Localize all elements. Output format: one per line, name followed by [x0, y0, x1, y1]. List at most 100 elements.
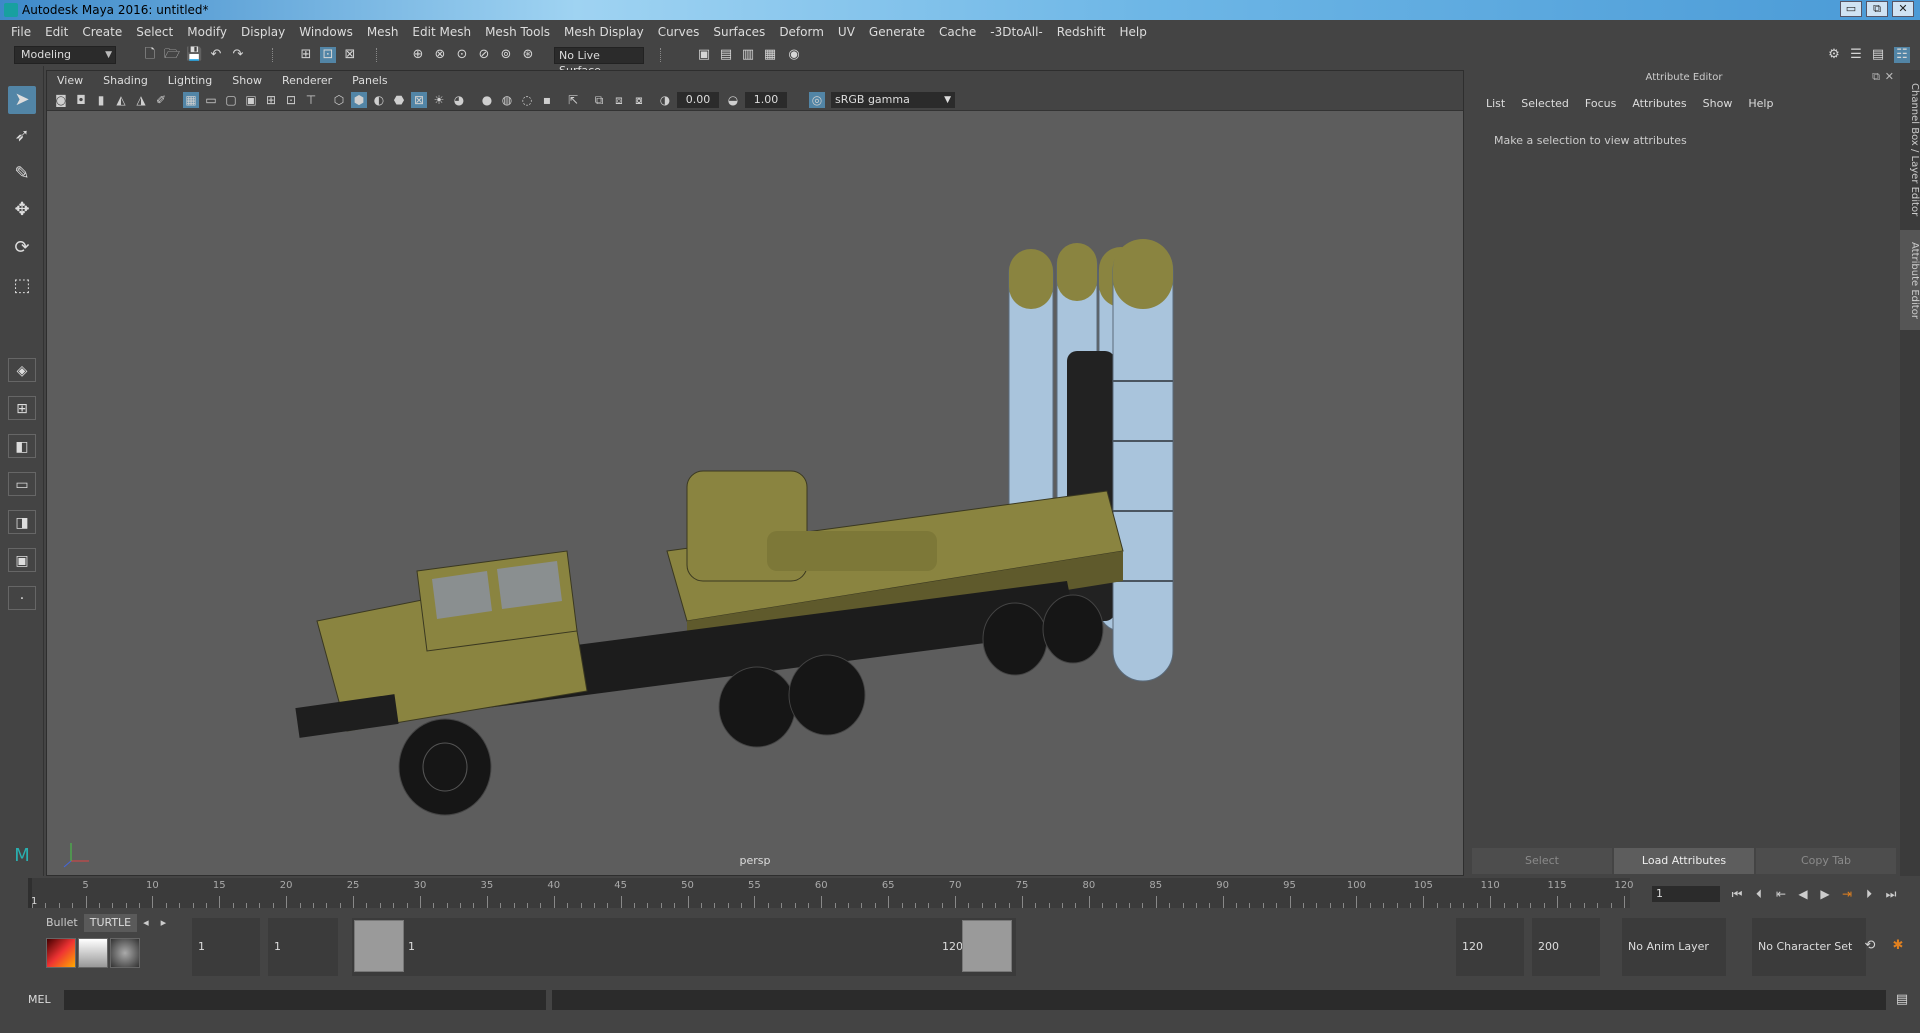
depth-of-field-icon[interactable]: ▪ — [539, 92, 555, 108]
go-to-end-icon[interactable]: ⏭ — [1882, 886, 1900, 902]
grid-icon[interactable]: ▦ — [183, 92, 199, 108]
camera-attributes-icon[interactable]: ◘ — [73, 92, 89, 108]
ae-menu-attributes[interactable]: Attributes — [1624, 97, 1694, 110]
range-slider-track[interactable]: 1 120 — [352, 918, 1016, 976]
channel-box-tab[interactable]: Channel Box / Layer Editor — [1900, 80, 1920, 220]
menu-mesh[interactable]: Mesh — [360, 25, 406, 39]
attribute-editor-toggle-icon[interactable]: ▤ — [1870, 47, 1886, 63]
menu-deform[interactable]: Deform — [772, 25, 831, 39]
snap-grid-icon[interactable]: ⊕ — [410, 47, 426, 63]
exposure-icon[interactable]: ◑ — [657, 92, 673, 108]
turtle-bake-icon[interactable] — [78, 938, 108, 968]
snap-view-plane-icon[interactable]: ⊘ — [476, 47, 492, 63]
film-gate-icon[interactable]: ▭ — [203, 92, 219, 108]
menu-redshift[interactable]: Redshift — [1050, 25, 1113, 39]
minimize-button[interactable]: ▭ — [1840, 1, 1862, 17]
xray-icon[interactable]: ⧉ — [591, 92, 607, 108]
menu-display[interactable]: Display — [234, 25, 292, 39]
render-settings-icon[interactable]: ▦ — [762, 47, 778, 63]
render-view-icon[interactable]: ▣ — [696, 47, 712, 63]
scene-3d-view[interactable] — [47, 111, 1464, 876]
shadows-icon[interactable]: ◕ — [451, 92, 467, 108]
menu-modify[interactable]: Modify — [180, 25, 234, 39]
ae-menu-focus[interactable]: Focus — [1577, 97, 1624, 110]
modeling-toolkit-icon[interactable]: ⚙ — [1826, 47, 1842, 63]
bookmark-icon[interactable]: ▮ — [93, 92, 109, 108]
move-tool-icon[interactable]: ✥ — [8, 196, 36, 224]
four-view-layout-icon[interactable]: ⊞ — [8, 396, 36, 420]
vp-menu-panels[interactable]: Panels — [342, 74, 397, 87]
playback-end-field[interactable]: 120 — [1456, 918, 1524, 976]
smooth-shade-icon[interactable]: ⬢ — [351, 92, 367, 108]
more-layouts-icon[interactable]: · — [8, 586, 36, 610]
menu-mesh-display[interactable]: Mesh Display — [557, 25, 651, 39]
go-to-start-icon[interactable]: ⏮ — [1728, 886, 1746, 902]
menu-uv[interactable]: UV — [831, 25, 862, 39]
ipr-render-icon[interactable]: ▥ — [740, 47, 756, 63]
script-editor-icon[interactable]: ▤ — [1894, 992, 1910, 1008]
float-panel-icon[interactable]: ⧉ — [1872, 70, 1880, 84]
menu-windows[interactable]: Windows — [292, 25, 360, 39]
scale-tool-icon[interactable]: ⬚ — [8, 272, 36, 300]
anim-layer-dropdown[interactable]: No Anim Layer — [1622, 918, 1726, 976]
menu-edit-mesh[interactable]: Edit Mesh — [405, 25, 478, 39]
command-input[interactable] — [64, 990, 546, 1010]
render-frame-icon[interactable]: ▤ — [718, 47, 734, 63]
current-frame-field[interactable]: 1 — [1652, 886, 1720, 902]
range-start-handle[interactable] — [354, 920, 404, 972]
attribute-editor-tab[interactable]: Attribute Editor — [1900, 230, 1920, 330]
paint-select-tool-icon[interactable]: ✎ — [8, 160, 36, 188]
menu-create[interactable]: Create — [75, 25, 129, 39]
ae-menu-list[interactable]: List — [1478, 97, 1513, 110]
channel-box-toggle-icon[interactable]: ☷ — [1894, 47, 1910, 63]
menu-file[interactable]: File — [4, 25, 38, 39]
menu-mesh-tools[interactable]: Mesh Tools — [478, 25, 557, 39]
undo-icon[interactable]: ↶ — [208, 47, 224, 63]
character-set-dropdown[interactable]: No Character Set — [1752, 918, 1866, 976]
2d-pan-zoom-icon[interactable]: ◮ — [133, 92, 149, 108]
select-button[interactable]: Select — [1472, 848, 1612, 874]
multisample-aa-icon[interactable]: ◌ — [519, 92, 535, 108]
menu-set-dropdown[interactable]: Modeling ▼ — [14, 46, 116, 64]
menu-curves[interactable]: Curves — [651, 25, 707, 39]
select-camera-icon[interactable]: ◙ — [53, 92, 69, 108]
turtle-sphere-icon[interactable] — [110, 938, 140, 968]
close-button[interactable]: ✕ — [1892, 1, 1914, 17]
image-plane-icon[interactable]: ◭ — [113, 92, 129, 108]
screen-space-ao-icon[interactable]: ● — [479, 92, 495, 108]
lasso-tool-icon[interactable]: ➶ — [8, 122, 36, 150]
vp-menu-show[interactable]: Show — [222, 74, 272, 87]
animation-start-field[interactable]: 1 — [192, 918, 260, 976]
hypershade-persp-layout-icon[interactable]: ▣ — [8, 548, 36, 572]
color-management-icon[interactable]: ◎ — [809, 92, 825, 108]
gate-mask-icon[interactable]: ▣ — [243, 92, 259, 108]
vp-menu-shading[interactable]: Shading — [93, 74, 158, 87]
step-back-key-icon[interactable]: ⇤ — [1772, 886, 1790, 902]
shelf-scroll-left-icon[interactable]: ◂ — [137, 914, 155, 932]
mel-language-toggle[interactable]: MEL — [28, 993, 51, 1006]
ae-menu-help[interactable]: Help — [1740, 97, 1781, 110]
play-backwards-icon[interactable]: ◀ — [1794, 886, 1812, 902]
select-hierarchy-icon[interactable]: ⊞ — [298, 47, 314, 63]
isolate-select-icon[interactable]: ⇱ — [565, 92, 581, 108]
turtle-render-icon[interactable] — [46, 938, 76, 968]
use-all-lights-icon[interactable]: ☀ — [431, 92, 447, 108]
vp-menu-lighting[interactable]: Lighting — [158, 74, 222, 87]
rotate-tool-icon[interactable]: ⟳ — [8, 234, 36, 262]
menu-3dtoall[interactable]: -3DtoAll- — [983, 25, 1049, 39]
snap-live-icon[interactable]: ⊚ — [498, 47, 514, 63]
perspective-viewport[interactable]: View Shading Lighting Show Renderer Pane… — [46, 70, 1464, 876]
maximize-button[interactable]: ⧉ — [1866, 1, 1888, 17]
live-surface-field[interactable]: No Live Surface — [554, 47, 644, 77]
playback-start-field[interactable]: 1 — [268, 918, 338, 976]
exposure-field[interactable]: 0.00 — [677, 92, 719, 108]
snap-curve-icon[interactable]: ⊗ — [432, 47, 448, 63]
grease-pencil-icon[interactable]: ✐ — [153, 92, 169, 108]
open-scene-icon[interactable]: 🗁 — [164, 47, 180, 63]
step-forward-key-icon[interactable]: ⇥ — [1838, 886, 1856, 902]
shelf-tab-bullet[interactable]: Bullet — [40, 914, 84, 932]
shelf-tab-turtle[interactable]: TURTLE — [83, 914, 138, 932]
snap-magnet-icon[interactable]: ⊛ — [520, 47, 536, 63]
vp-menu-renderer[interactable]: Renderer — [272, 74, 342, 87]
wireframe-icon[interactable]: ⬡ — [331, 92, 347, 108]
